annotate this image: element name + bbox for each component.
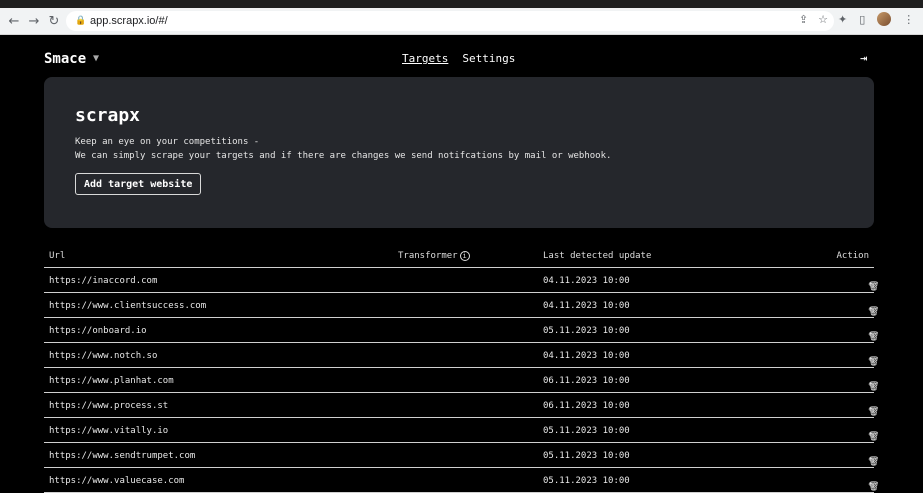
row-url[interactable]: https://www.vitally.io bbox=[49, 426, 168, 436]
row-last-update: 04.11.2023 10:00 bbox=[543, 351, 630, 361]
header-url: Url bbox=[49, 251, 66, 261]
row-url[interactable]: https://onboard.io bbox=[49, 326, 147, 336]
table-row: https://www.notch.so 04.11.2023 10:00 ✎ 🗑 bbox=[44, 343, 879, 368]
table-row: https://www.valuecase.com 05.11.2023 10:0… bbox=[44, 468, 879, 493]
table-row: https://www.vitally.io 05.11.2023 10:00 ✎ 🗑 bbox=[44, 418, 879, 443]
address-url[interactable]: app.scrapx.io/#/ bbox=[90, 15, 168, 27]
trash-icon[interactable]: 🗑 bbox=[868, 382, 879, 392]
sidebar-icon[interactable]: ▯ bbox=[859, 13, 865, 26]
row-url[interactable]: https://www.planhat.com bbox=[49, 376, 174, 386]
top-nav: Targets Settings bbox=[402, 52, 515, 65]
header-transformer: Transformer i bbox=[398, 251, 470, 261]
address-bar[interactable]: 🔒 app.scrapx.io/#/ ⇪ ☆ bbox=[66, 11, 834, 31]
trash-icon[interactable]: 🗑 bbox=[868, 482, 879, 492]
brand-menu[interactable]: Smace bbox=[44, 51, 86, 67]
header-transformer-label: Transformer bbox=[398, 251, 458, 261]
header-last-update: Last detected update bbox=[543, 251, 652, 261]
info-icon[interactable]: i bbox=[459, 251, 470, 261]
row-last-update: 06.11.2023 10:00 bbox=[543, 376, 630, 386]
header-action: Action bbox=[836, 251, 869, 261]
table-row: https://www.clientsuccess.com 04.11.2023 … bbox=[44, 293, 879, 318]
table-row: https://www.planhat.com 06.11.2023 10:00 ✎… bbox=[44, 368, 879, 393]
extensions-icon[interactable]: ✦ bbox=[838, 13, 847, 26]
chevron-down-icon[interactable]: ▼ bbox=[93, 53, 99, 64]
trash-icon[interactable]: 🗑 bbox=[868, 457, 879, 467]
row-url[interactable]: https://www.process.st bbox=[49, 401, 168, 411]
hero-description-line2: We can simply scrape your targets and if… bbox=[75, 151, 612, 161]
row-last-update: 05.11.2023 10:00 bbox=[543, 426, 630, 436]
trash-icon[interactable]: 🗑 bbox=[868, 332, 879, 342]
row-last-update: 05.11.2023 10:00 bbox=[543, 451, 630, 461]
bookmark-star-icon[interactable]: ☆ bbox=[818, 13, 828, 26]
trash-icon[interactable]: 🗑 bbox=[868, 357, 879, 367]
row-url[interactable]: https://inaccord.com bbox=[49, 276, 157, 286]
browser-top-bar bbox=[0, 0, 923, 8]
targets-table: Url Transformer i Last detected update Ac… bbox=[44, 245, 879, 493]
row-url[interactable]: https://www.sendtrumpet.com bbox=[49, 451, 195, 461]
add-target-button[interactable]: Add target website bbox=[75, 173, 202, 195]
reload-icon[interactable]: ↻ bbox=[44, 11, 64, 31]
hero-card: scrapx Keep an eye on your competitions … bbox=[44, 77, 874, 228]
menu-icon[interactable]: ⋮ bbox=[903, 13, 914, 26]
forward-icon[interactable]: → bbox=[24, 11, 44, 31]
hero-title: scrapx bbox=[75, 105, 141, 126]
back-icon[interactable]: ← bbox=[4, 11, 24, 31]
table-row: https://www.process.st 06.11.2023 10:00 ✎ 🗑 bbox=[44, 393, 879, 418]
tab-targets[interactable]: Targets bbox=[402, 52, 448, 65]
trash-icon[interactable]: 🗑 bbox=[868, 432, 879, 442]
table-header: Url Transformer i Last detected update Ac… bbox=[44, 245, 874, 268]
row-url[interactable]: https://www.notch.so bbox=[49, 351, 157, 361]
row-last-update: 04.11.2023 10:00 bbox=[543, 276, 630, 286]
browser-toolbar: ← → ↻ 🔒 app.scrapx.io/#/ ⇪ ☆ ✦ ▯ ⋮ bbox=[0, 8, 923, 35]
share-icon[interactable]: ⇪ bbox=[799, 13, 808, 26]
profile-avatar[interactable] bbox=[877, 12, 892, 26]
hero-description-line1: Keep an eye on your competitions - bbox=[75, 137, 260, 147]
trash-icon[interactable]: 🗑 bbox=[868, 407, 879, 417]
row-last-update: 04.11.2023 10:00 bbox=[543, 301, 630, 311]
row-last-update: 06.11.2023 10:00 bbox=[543, 401, 630, 411]
logout-icon[interactable]: ⇥ bbox=[860, 51, 867, 65]
table-row: https://inaccord.com 04.11.2023 10:00 ✎ 🗑 bbox=[44, 268, 879, 293]
tab-settings[interactable]: Settings bbox=[462, 52, 515, 65]
row-url[interactable]: https://www.valuecase.com bbox=[49, 476, 184, 486]
app-root: Smace ▼ Targets Settings ⇥ scrapx Keep a… bbox=[0, 35, 923, 493]
trash-icon[interactable]: 🗑 bbox=[868, 307, 879, 317]
row-last-update: 05.11.2023 10:00 bbox=[543, 476, 630, 486]
row-url[interactable]: https://www.clientsuccess.com bbox=[49, 301, 206, 311]
trash-icon[interactable]: 🗑 bbox=[868, 282, 879, 292]
table-row: https://www.sendtrumpet.com 05.11.2023 10… bbox=[44, 443, 879, 468]
lock-icon: 🔒 bbox=[75, 16, 87, 26]
table-row: https://onboard.io 05.11.2023 10:00 ✎ 🗑 bbox=[44, 318, 879, 343]
row-last-update: 05.11.2023 10:00 bbox=[543, 326, 630, 336]
table-body: https://inaccord.com 04.11.2023 10:00 ✎ 🗑 ht… bbox=[44, 268, 879, 493]
